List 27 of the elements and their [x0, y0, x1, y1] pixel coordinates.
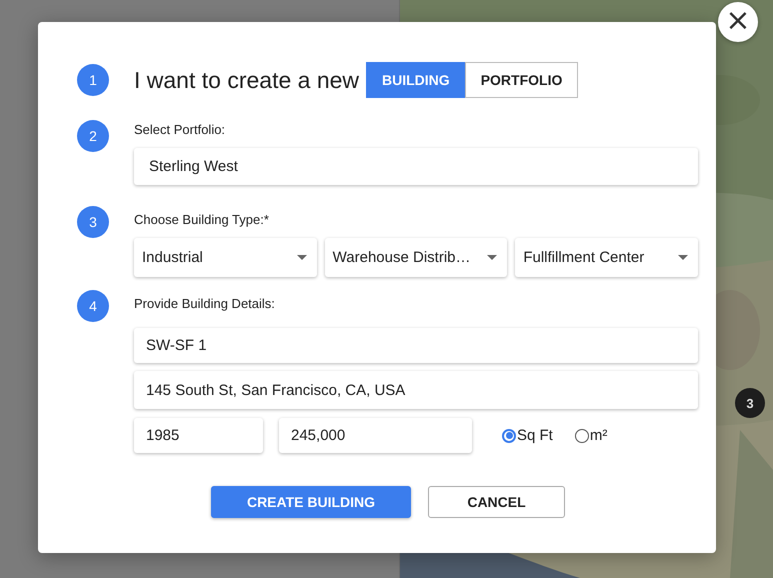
caret-icon: [487, 255, 498, 260]
step-number: 3: [77, 206, 109, 238]
caret-icon: [296, 255, 307, 260]
radio-icon[interactable]: [574, 428, 589, 442]
field-label: Select Portfolio:: [134, 122, 226, 138]
step-number: 1: [77, 64, 109, 96]
area-field[interactable]: 245,000: [279, 418, 472, 453]
caret-icon: [678, 255, 688, 260]
step-number: 4: [77, 290, 109, 322]
unit-radio[interactable]: Sq Ft: [502, 427, 553, 444]
radio-icon[interactable]: [502, 428, 516, 442]
cancel-button[interactable]: CANCEL: [428, 486, 565, 518]
name-field[interactable]: SW-SF 1: [134, 328, 698, 363]
address-field[interactable]: 145 South St, San Francisco, CA, USA: [134, 371, 698, 409]
create-button[interactable]: CREATE BUILDING: [211, 486, 411, 518]
type-dropdown[interactable]: Fullfillment Center: [515, 238, 698, 277]
field-label: Choose Building Type:*: [134, 212, 270, 228]
type-toggle[interactable]: PORTFOLIO: [464, 62, 578, 98]
step-number: 2: [77, 120, 109, 152]
type-dropdown[interactable]: Warehouse Distrib…: [324, 238, 508, 277]
year-field[interactable]: 1985: [134, 418, 263, 453]
field-label: Provide Building Details:: [134, 296, 276, 312]
type-dropdown[interactable]: Industrial: [134, 238, 317, 277]
prompt-heading: I want to create a new: [134, 66, 360, 94]
type-toggle[interactable]: BUILDING: [366, 62, 466, 98]
portfolio-field[interactable]: Sterling West: [134, 148, 698, 185]
unit-radio[interactable]: m²: [574, 427, 608, 444]
